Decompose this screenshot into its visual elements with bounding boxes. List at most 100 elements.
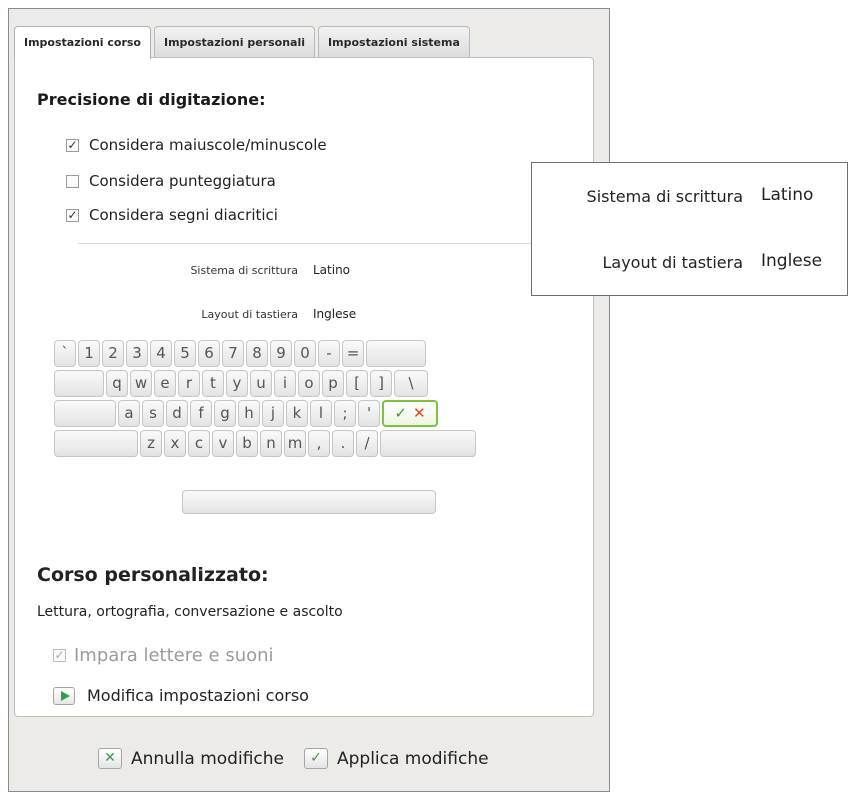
key[interactable]: ] bbox=[370, 370, 392, 397]
key[interactable]: 7 bbox=[222, 340, 244, 367]
checkbox-punctuation[interactable] bbox=[66, 174, 79, 188]
option-case-sensitive[interactable]: ✓ Considera maiuscole/minuscole bbox=[66, 136, 327, 154]
edit-course-settings-label: Modifica impostazioni corso bbox=[87, 686, 309, 705]
key[interactable]: 4 bbox=[150, 340, 172, 367]
callout-layout-label: Layout di tastiera bbox=[602, 253, 743, 272]
custom-course-title: Corso personalizzato: bbox=[37, 564, 269, 586]
dialog-buttons: ✕ Annulla modifiche ✓ Applica modifiche bbox=[98, 748, 509, 769]
layout-label: Layout di tastiera bbox=[201, 308, 298, 321]
script-label: Sistema di scrittura bbox=[190, 264, 298, 277]
keyboard-row-space bbox=[182, 490, 438, 514]
learn-letters-label: Impara lettere e suoni bbox=[74, 645, 274, 666]
close-icon: ✕ bbox=[98, 748, 122, 769]
key[interactable]: y bbox=[226, 370, 248, 397]
key[interactable]: e bbox=[154, 370, 176, 397]
key[interactable]: - bbox=[318, 340, 340, 367]
callout-script-label: Sistema di scrittura bbox=[586, 187, 743, 206]
callout-script-value: Latino bbox=[761, 185, 814, 205]
check-icon: ✓ bbox=[303, 748, 328, 769]
key[interactable]: q bbox=[106, 370, 128, 397]
custom-course-description: Lettura, ortografia, conversazione e asc… bbox=[37, 604, 343, 620]
backspace-key[interactable] bbox=[366, 340, 426, 367]
key[interactable]: . bbox=[332, 430, 354, 457]
zoom-callout: Sistema di scrittura Latino Layout di ta… bbox=[531, 162, 848, 296]
key[interactable]: \ bbox=[394, 370, 428, 397]
apply-button[interactable]: ✓ Applica modifiche bbox=[303, 748, 489, 769]
key[interactable]: f bbox=[190, 400, 212, 427]
key[interactable]: n bbox=[260, 430, 282, 457]
key[interactable]: j bbox=[262, 400, 284, 427]
tab-bar: Impostazioni corso Impostazioni personal… bbox=[14, 26, 473, 59]
space-key[interactable] bbox=[182, 490, 436, 514]
key[interactable]: c bbox=[188, 430, 210, 457]
key[interactable]: m bbox=[284, 430, 306, 457]
layout-value[interactable]: Inglese bbox=[313, 307, 356, 321]
tab-key[interactable] bbox=[54, 370, 104, 397]
key[interactable]: , bbox=[308, 430, 330, 457]
key[interactable]: 9 bbox=[270, 340, 292, 367]
key[interactable]: z bbox=[140, 430, 162, 457]
key[interactable]: d bbox=[166, 400, 188, 427]
precision-title: Precisione di digitazione: bbox=[37, 90, 266, 109]
callout-layout-value: Inglese bbox=[761, 251, 823, 271]
key[interactable]: r bbox=[178, 370, 200, 397]
key[interactable]: l bbox=[310, 400, 332, 427]
close-icon: ✕ bbox=[413, 404, 426, 422]
learn-letters-option: ✓ Impara lettere e suoni bbox=[53, 645, 274, 666]
play-icon bbox=[53, 686, 75, 705]
cancel-button[interactable]: ✕ Annulla modifiche bbox=[98, 748, 284, 769]
key[interactable]: 2 bbox=[102, 340, 124, 367]
key[interactable]: 6 bbox=[198, 340, 220, 367]
key[interactable]: g bbox=[214, 400, 236, 427]
key[interactable]: u bbox=[250, 370, 272, 397]
checkbox-diacritics[interactable]: ✓ bbox=[66, 208, 79, 222]
keyboard-row-numbers: ` 1 2 3 4 5 6 7 8 9 0 - = bbox=[54, 340, 428, 367]
option-diacritics[interactable]: ✓ Considera segni diacritici bbox=[66, 206, 278, 224]
keyboard-row-home: a s d f g h j k l ; ' ✓ ✕ bbox=[54, 400, 440, 427]
left-shift-key[interactable] bbox=[54, 430, 138, 457]
check-icon: ✓ bbox=[394, 404, 407, 422]
option-case-label: Considera maiuscole/minuscole bbox=[89, 136, 327, 154]
key[interactable]: o bbox=[298, 370, 320, 397]
cancel-label: Annulla modifiche bbox=[131, 748, 284, 769]
key[interactable]: t bbox=[202, 370, 224, 397]
key[interactable]: 5 bbox=[174, 340, 196, 367]
script-value[interactable]: Latino bbox=[313, 263, 350, 277]
key[interactable]: b bbox=[236, 430, 258, 457]
tab-personal-settings[interactable]: Impostazioni personali bbox=[153, 26, 316, 58]
option-diacritics-label: Considera segni diacritici bbox=[89, 206, 278, 224]
edit-course-settings-button[interactable]: Modifica impostazioni corso bbox=[53, 686, 309, 705]
key[interactable]: / bbox=[356, 430, 378, 457]
key[interactable]: k bbox=[286, 400, 308, 427]
key[interactable]: 0 bbox=[294, 340, 316, 367]
keyboard-row-bottom: z x c v b n m , . / bbox=[54, 430, 478, 457]
key[interactable]: [ bbox=[346, 370, 368, 397]
divider bbox=[78, 243, 548, 244]
caps-key[interactable] bbox=[54, 400, 116, 427]
enter-key-ok[interactable]: ✓ ✕ bbox=[382, 400, 438, 427]
key[interactable]: i bbox=[274, 370, 296, 397]
keyboard-row-top: q w e r t y u i o p [ ] \ bbox=[54, 370, 430, 397]
key[interactable]: ; bbox=[334, 400, 356, 427]
key[interactable]: a bbox=[118, 400, 140, 427]
key[interactable]: x bbox=[164, 430, 186, 457]
option-punctuation[interactable]: Considera punteggiatura bbox=[66, 172, 276, 190]
tab-course-settings[interactable]: Impostazioni corso bbox=[14, 26, 151, 59]
key[interactable]: v bbox=[212, 430, 234, 457]
apply-label: Applica modifiche bbox=[336, 748, 489, 769]
checkbox-learn-disabled: ✓ bbox=[53, 648, 66, 662]
key[interactable]: h bbox=[238, 400, 260, 427]
key[interactable]: ' bbox=[358, 400, 380, 427]
option-punctuation-label: Considera punteggiatura bbox=[89, 172, 276, 190]
key[interactable]: 8 bbox=[246, 340, 268, 367]
key[interactable]: 1 bbox=[78, 340, 100, 367]
tab-system-settings[interactable]: Impostazioni sistema bbox=[318, 26, 470, 58]
key[interactable]: w bbox=[130, 370, 152, 397]
key[interactable]: s bbox=[142, 400, 164, 427]
key[interactable]: = bbox=[342, 340, 364, 367]
checkbox-case[interactable]: ✓ bbox=[66, 138, 79, 152]
key[interactable]: 3 bbox=[126, 340, 148, 367]
key[interactable]: p bbox=[322, 370, 344, 397]
right-shift-key[interactable] bbox=[380, 430, 476, 457]
key[interactable]: ` bbox=[54, 340, 76, 367]
